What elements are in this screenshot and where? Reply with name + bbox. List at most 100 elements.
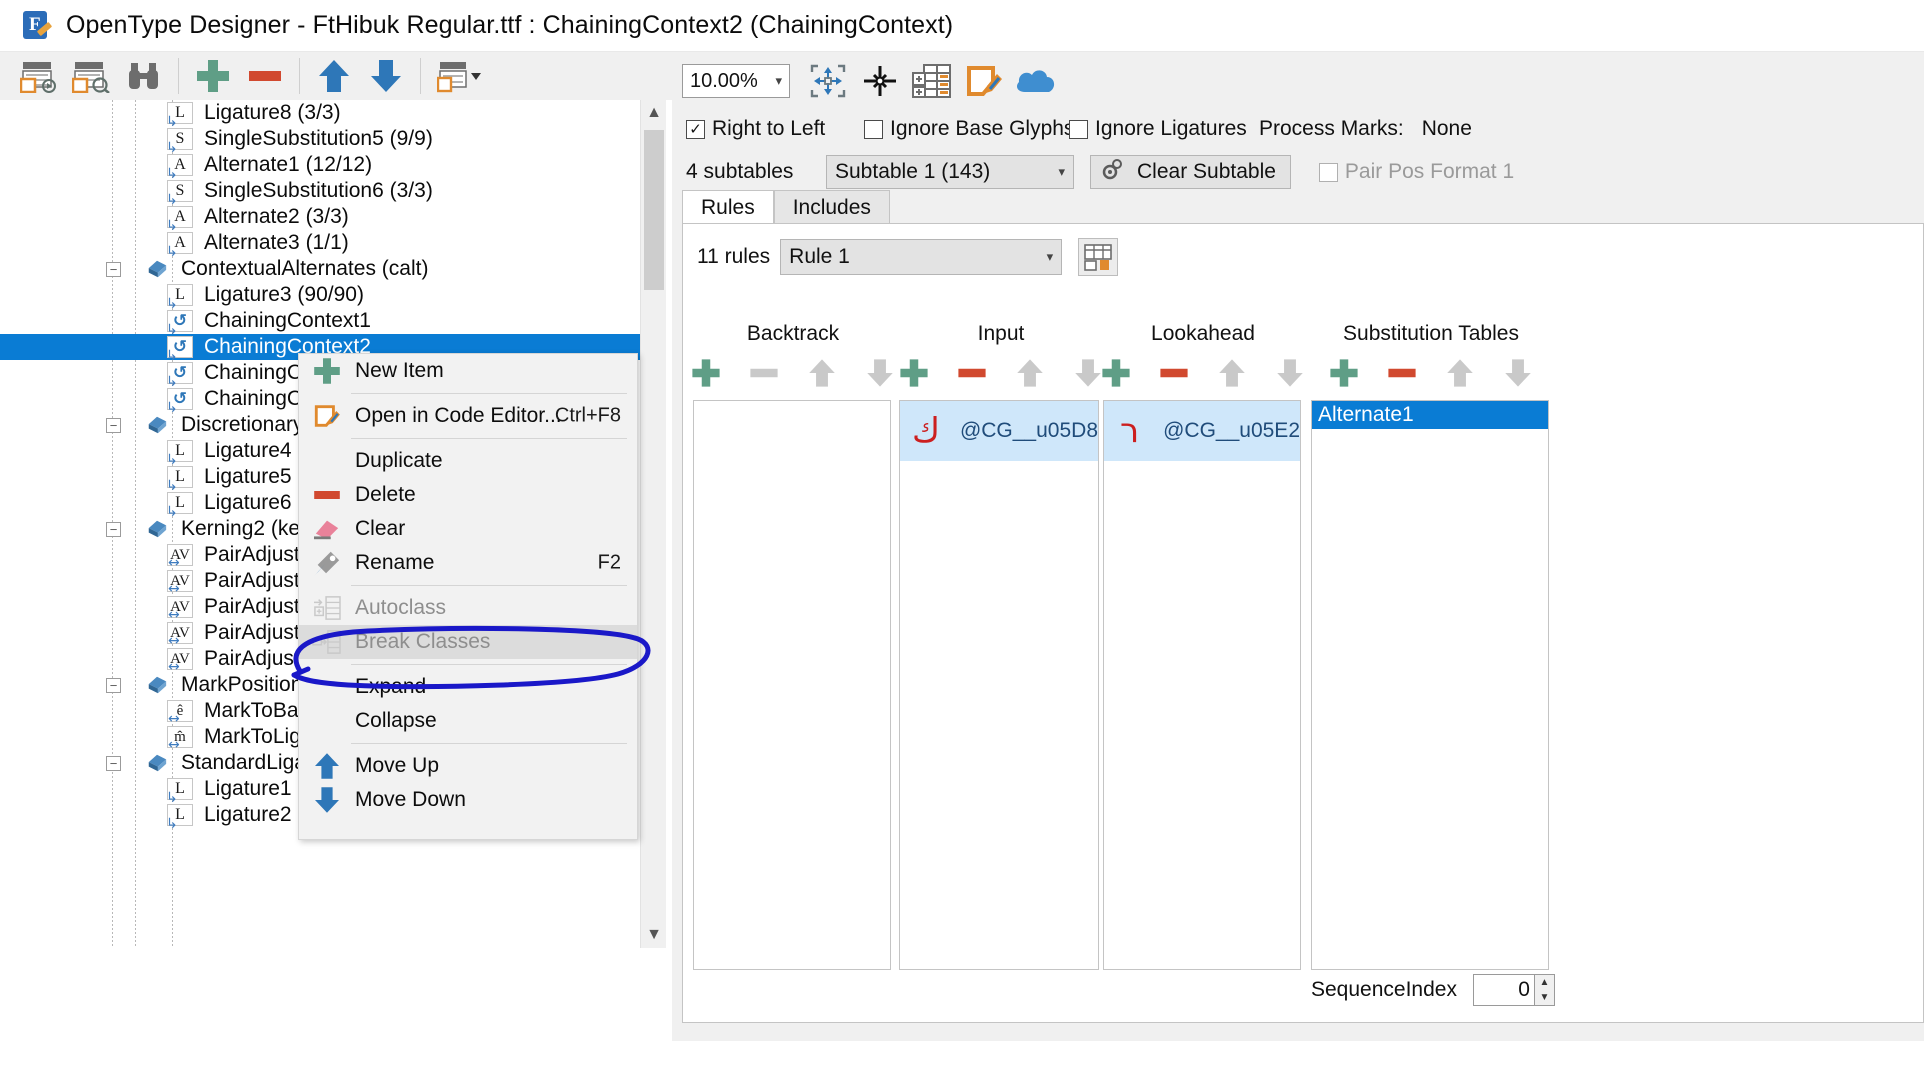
- tree-expander[interactable]: −: [106, 755, 121, 771]
- preview-table-icon[interactable]: [14, 54, 66, 98]
- context-menu-item[interactable]: Collapse: [299, 704, 637, 738]
- subtable-select[interactable]: Subtable 1 (143) ▾: [826, 155, 1074, 189]
- add-icon[interactable]: [1099, 356, 1133, 396]
- tree-item-label: ChainingContext1: [204, 309, 371, 332]
- cloud-icon[interactable]: [1012, 59, 1060, 103]
- tab-includes[interactable]: Includes: [773, 190, 890, 224]
- pair-pos-format-1-option: Pair Pos Format 1: [1318, 160, 1514, 184]
- context-menu-item: Autoclass: [299, 591, 637, 625]
- stepper-down-icon[interactable]: ▼: [1535, 990, 1554, 1005]
- tree-item[interactable]: S ↳ SingleSubstitution6 (3/3): [0, 178, 672, 208]
- tree-expander[interactable]: −: [106, 261, 121, 277]
- clear-subtable-button[interactable]: Clear Subtable: [1090, 155, 1291, 189]
- tree-vertical-scrollbar[interactable]: ▲ ▼: [640, 100, 666, 948]
- rule-column-list[interactable]: ר @CG__u05E2: [1103, 400, 1301, 970]
- stepper-up-icon[interactable]: ▲: [1535, 975, 1554, 990]
- ignore-base-glyphs-label: Ignore Base Glyphs: [890, 117, 1075, 140]
- chevron-down-icon[interactable]: ▾: [775, 73, 782, 89]
- context-menu-item[interactable]: Expand: [299, 670, 637, 704]
- glyph-entry[interactable]: ك @CG__u05D8: [900, 401, 1098, 461]
- add-icon[interactable]: [689, 356, 723, 396]
- ignore-ligatures-option[interactable]: Ignore Ligatures: [1069, 117, 1259, 141]
- rule-column-list[interactable]: ك @CG__u05D8: [899, 400, 1099, 970]
- context-menu-item-label: Delete: [355, 483, 416, 506]
- rule-column-list[interactable]: Alternate1: [1311, 400, 1549, 970]
- zoom-combo[interactable]: 10.00% ▾: [682, 64, 790, 98]
- context-menu-item[interactable]: Delete: [299, 478, 637, 512]
- tree-item[interactable]: A ↳ Alternate2 (3/3): [0, 204, 672, 234]
- center-origin-icon[interactable]: [856, 59, 904, 103]
- tree-scroll-thumb[interactable]: [644, 130, 664, 290]
- right-to-left-option[interactable]: ✓ Right to Left: [686, 117, 864, 141]
- move-down-icon[interactable]: [360, 54, 412, 98]
- tab-strip[interactable]: Rules Includes: [682, 190, 1924, 224]
- remove-icon[interactable]: [1157, 356, 1191, 396]
- context-menu-item[interactable]: Clear: [299, 512, 637, 546]
- tree-item[interactable]: A ↳ Alternate3 (1/1): [0, 230, 672, 260]
- tree-item-label: Alternate3 (1/1): [204, 231, 349, 254]
- glyph-entry[interactable]: ר @CG__u05E2: [1104, 401, 1300, 461]
- lookup-icon: A ↳: [166, 206, 193, 234]
- move-up-icon[interactable]: [308, 54, 360, 98]
- tree-item-icon: AV ↔: [166, 621, 194, 649]
- tree-item-label: ContextualAlternates (calt): [181, 257, 429, 280]
- context-menu[interactable]: New Item Open in Code Editor... Ctrl+F8 Dup…: [298, 353, 638, 840]
- subtable-selected-value: Subtable 1 (143): [835, 160, 991, 183]
- process-marks-value[interactable]: None: [1422, 117, 1472, 141]
- context-menu-separator: [351, 743, 627, 744]
- tree-item[interactable]: ↺ ↳ ChainingContext1: [0, 308, 672, 338]
- move-down-icon: [311, 787, 343, 813]
- tree-item[interactable]: − ContextualAlternates (calt): [0, 256, 672, 282]
- sequence-index-input[interactable]: 0: [1472, 974, 1535, 1006]
- class-table-icon[interactable]: [908, 59, 956, 103]
- tree-expander[interactable]: −: [106, 417, 121, 433]
- code-editor-icon[interactable]: [960, 59, 1008, 103]
- tree-item-icon: AV ↔: [166, 647, 194, 675]
- ignore-base-glyphs-option[interactable]: Ignore Base Glyphs: [864, 117, 1074, 141]
- add-icon[interactable]: [1327, 356, 1361, 396]
- tree-item-icon: m̂ ↔: [166, 725, 194, 753]
- tree-expander[interactable]: −: [106, 521, 121, 537]
- context-menu-item[interactable]: Move Up: [299, 749, 637, 783]
- substitution-table-entry[interactable]: Alternate1: [1312, 401, 1548, 429]
- context-menu-item[interactable]: Duplicate: [299, 444, 637, 478]
- lookup-icon: L ↳: [166, 102, 193, 130]
- context-menu-item[interactable]: New Item: [299, 354, 637, 388]
- binoculars-icon[interactable]: [118, 54, 170, 98]
- right-panel: 10.00% ▾ ✓ Right to Left Ignore Base Gly…: [672, 52, 1924, 1041]
- scroll-up-icon[interactable]: ▲: [641, 100, 667, 126]
- remove-icon[interactable]: [1385, 356, 1419, 396]
- tree-item[interactable]: L ↳ Ligature3 (90/90): [0, 282, 672, 312]
- tree-item[interactable]: L ↳ Ligature8 (3/3): [0, 100, 672, 130]
- glyph-class-name: @CG__u05D8: [959, 419, 1098, 442]
- right-to-left-checkbox[interactable]: ✓: [686, 119, 705, 139]
- ignore-base-glyphs-checkbox[interactable]: [864, 119, 883, 139]
- context-menu-separator: [351, 438, 627, 439]
- add-icon[interactable]: [187, 54, 239, 98]
- process-marks-label: Process Marks:: [1259, 117, 1404, 140]
- context-menu-item[interactable]: Move Down: [299, 783, 637, 817]
- add-icon[interactable]: [897, 356, 931, 396]
- sequence-index-stepper[interactable]: ▲ ▼: [1534, 974, 1555, 1006]
- rule-column-list[interactable]: [693, 400, 891, 970]
- context-menu-item[interactable]: Open in Code Editor... Ctrl+F8: [299, 399, 637, 433]
- lookup-icon: L ↳: [166, 804, 193, 832]
- tab-rules[interactable]: Rules: [682, 190, 774, 224]
- layout-options-icon[interactable]: [429, 54, 493, 98]
- tree-item-label: Ligature3 (90/90): [204, 283, 364, 306]
- scroll-down-icon[interactable]: ▼: [641, 922, 667, 948]
- inspect-table-icon[interactable]: [66, 54, 118, 98]
- tree-item[interactable]: S ↳ SingleSubstitution5 (9/9): [0, 126, 672, 156]
- context-menu-item[interactable]: Rename F2: [299, 546, 637, 580]
- fit-to-window-icon[interactable]: [804, 59, 852, 103]
- rule-column-title: Backtrack: [746, 322, 840, 345]
- tree-item[interactable]: A ↳ Alternate1 (12/12): [0, 152, 672, 182]
- tree-expander[interactable]: −: [106, 677, 121, 693]
- remove-icon[interactable]: [239, 54, 291, 98]
- chevron-down-icon[interactable]: ▾: [1058, 164, 1065, 180]
- ignore-ligatures-checkbox[interactable]: [1069, 119, 1088, 139]
- tree-item-icon: AV ↔: [166, 595, 194, 623]
- remove-icon[interactable]: [955, 356, 989, 396]
- context-menu-item-label: Autoclass: [355, 596, 447, 619]
- tree-item-label: Alternate1 (12/12): [204, 153, 373, 176]
